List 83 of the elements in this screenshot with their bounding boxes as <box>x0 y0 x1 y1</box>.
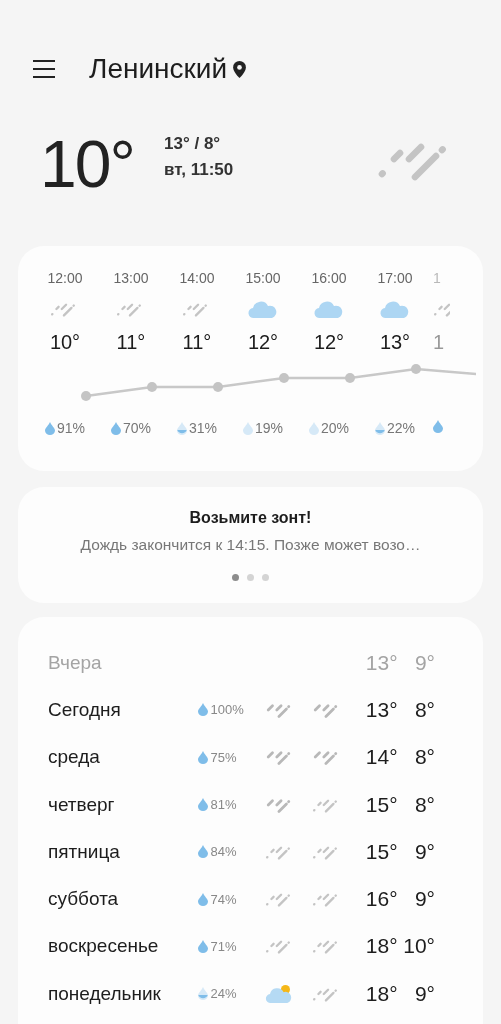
drop-icon <box>197 845 208 859</box>
hour-temperature: 1 <box>433 331 445 354</box>
low-temperature: 8° <box>413 697 435 722</box>
drop-icon <box>197 892 208 906</box>
precipitation-chance: 19% <box>255 420 283 436</box>
location-pin-icon <box>233 60 247 78</box>
day-name: пятница <box>48 840 121 863</box>
high-temperature: 18° <box>364 934 398 959</box>
location-title: Ленинский <box>89 53 228 85</box>
drop-icon <box>45 421 55 435</box>
hour-temperature: 11° <box>116 331 146 354</box>
precipitation-chance: 91% <box>57 420 85 436</box>
hour-temperature: 13° <box>379 331 411 354</box>
day-name: среда <box>48 746 101 769</box>
high-temperature: 15° <box>364 792 398 817</box>
precipitation-chance: 84% <box>210 844 237 860</box>
precipitation-chance: 20% <box>321 420 349 436</box>
hour-label: 16:00 <box>311 270 347 286</box>
drop-icon <box>111 421 121 435</box>
temperature-point <box>279 373 289 383</box>
hour-label: 17:00 <box>377 270 413 286</box>
alert-text: Дождь закончится к 14:15. Позже может возо… <box>80 536 421 554</box>
low-temperature: 10° <box>402 934 435 959</box>
temperature-point <box>213 382 223 392</box>
low-temperature: 8° <box>413 792 435 817</box>
drop-icon <box>197 798 208 812</box>
temperature-point <box>147 382 157 392</box>
hour-label: 1 <box>433 270 441 286</box>
hour-label: 15:00 <box>245 270 281 286</box>
high-low-temperature: 13° / 8° <box>164 134 222 154</box>
current-temperature: 10° <box>40 126 135 202</box>
precipitation-chance: 70% <box>123 420 151 436</box>
precipitation-chance: 75% <box>210 749 237 765</box>
precipitation-chance: 71% <box>210 938 237 954</box>
precipitation-chance: 81% <box>210 797 237 813</box>
day-name: Вчера <box>48 651 103 674</box>
drop-icon <box>243 421 253 435</box>
alert-card[interactable]: Возьмите зонт! Дождь закончится к 14:15. Позже может возо… <box>18 487 483 603</box>
cloud-icon <box>248 299 278 319</box>
cloud-icon <box>314 299 344 319</box>
precipitation-chance: 31% <box>189 420 217 436</box>
hour-label: 12:00 <box>47 270 83 286</box>
drop-icon <box>197 939 208 953</box>
drop-icon <box>197 750 208 764</box>
high-temperature: 16° <box>364 887 398 912</box>
hour-temperature: 12° <box>247 331 279 354</box>
menu-icon[interactable] <box>33 60 55 78</box>
cloud-icon <box>380 299 410 319</box>
precipitation-chance: 74% <box>210 891 237 907</box>
hour-temperature: 11° <box>182 331 212 354</box>
high-temperature: 13° <box>364 697 398 722</box>
hour-label: 14:00 <box>179 270 215 286</box>
high-temperature: 14° <box>364 745 398 770</box>
drop-icon <box>197 703 208 717</box>
drop-icon <box>197 987 208 1001</box>
low-temperature: 8° <box>413 745 435 770</box>
day-name: воскресенье <box>48 935 160 958</box>
low-temperature: 9° <box>413 650 435 675</box>
low-temperature: 9° <box>413 887 435 912</box>
temperature-point <box>81 391 91 401</box>
low-temperature: 9° <box>413 981 435 1006</box>
hour-temperature: 10° <box>49 331 81 354</box>
temperature-point <box>345 373 355 383</box>
drop-icon <box>375 421 385 435</box>
hour-temperature: 12° <box>313 331 345 354</box>
date-time: вт, 11:50 <box>164 160 234 180</box>
precipitation-chance: 22% <box>387 420 415 436</box>
day-name: четверг <box>48 793 116 816</box>
hour-label: 13:00 <box>113 270 149 286</box>
high-temperature: 15° <box>364 839 398 864</box>
precipitation-chance: 100% <box>210 702 244 718</box>
day-name: суббота <box>48 888 120 911</box>
high-temperature: 13° <box>364 650 398 675</box>
day-name: Сегодня <box>48 698 122 721</box>
drop-icon <box>177 421 187 435</box>
drop-icon <box>433 420 443 433</box>
day-name: понедельник <box>48 982 162 1005</box>
low-temperature: 9° <box>413 839 435 864</box>
temperature-point <box>411 364 421 374</box>
drop-icon <box>309 421 319 435</box>
alert-title: Возьмите зонт! <box>189 509 312 527</box>
precipitation-chance: 24% <box>210 986 237 1002</box>
high-temperature: 18° <box>364 981 398 1006</box>
